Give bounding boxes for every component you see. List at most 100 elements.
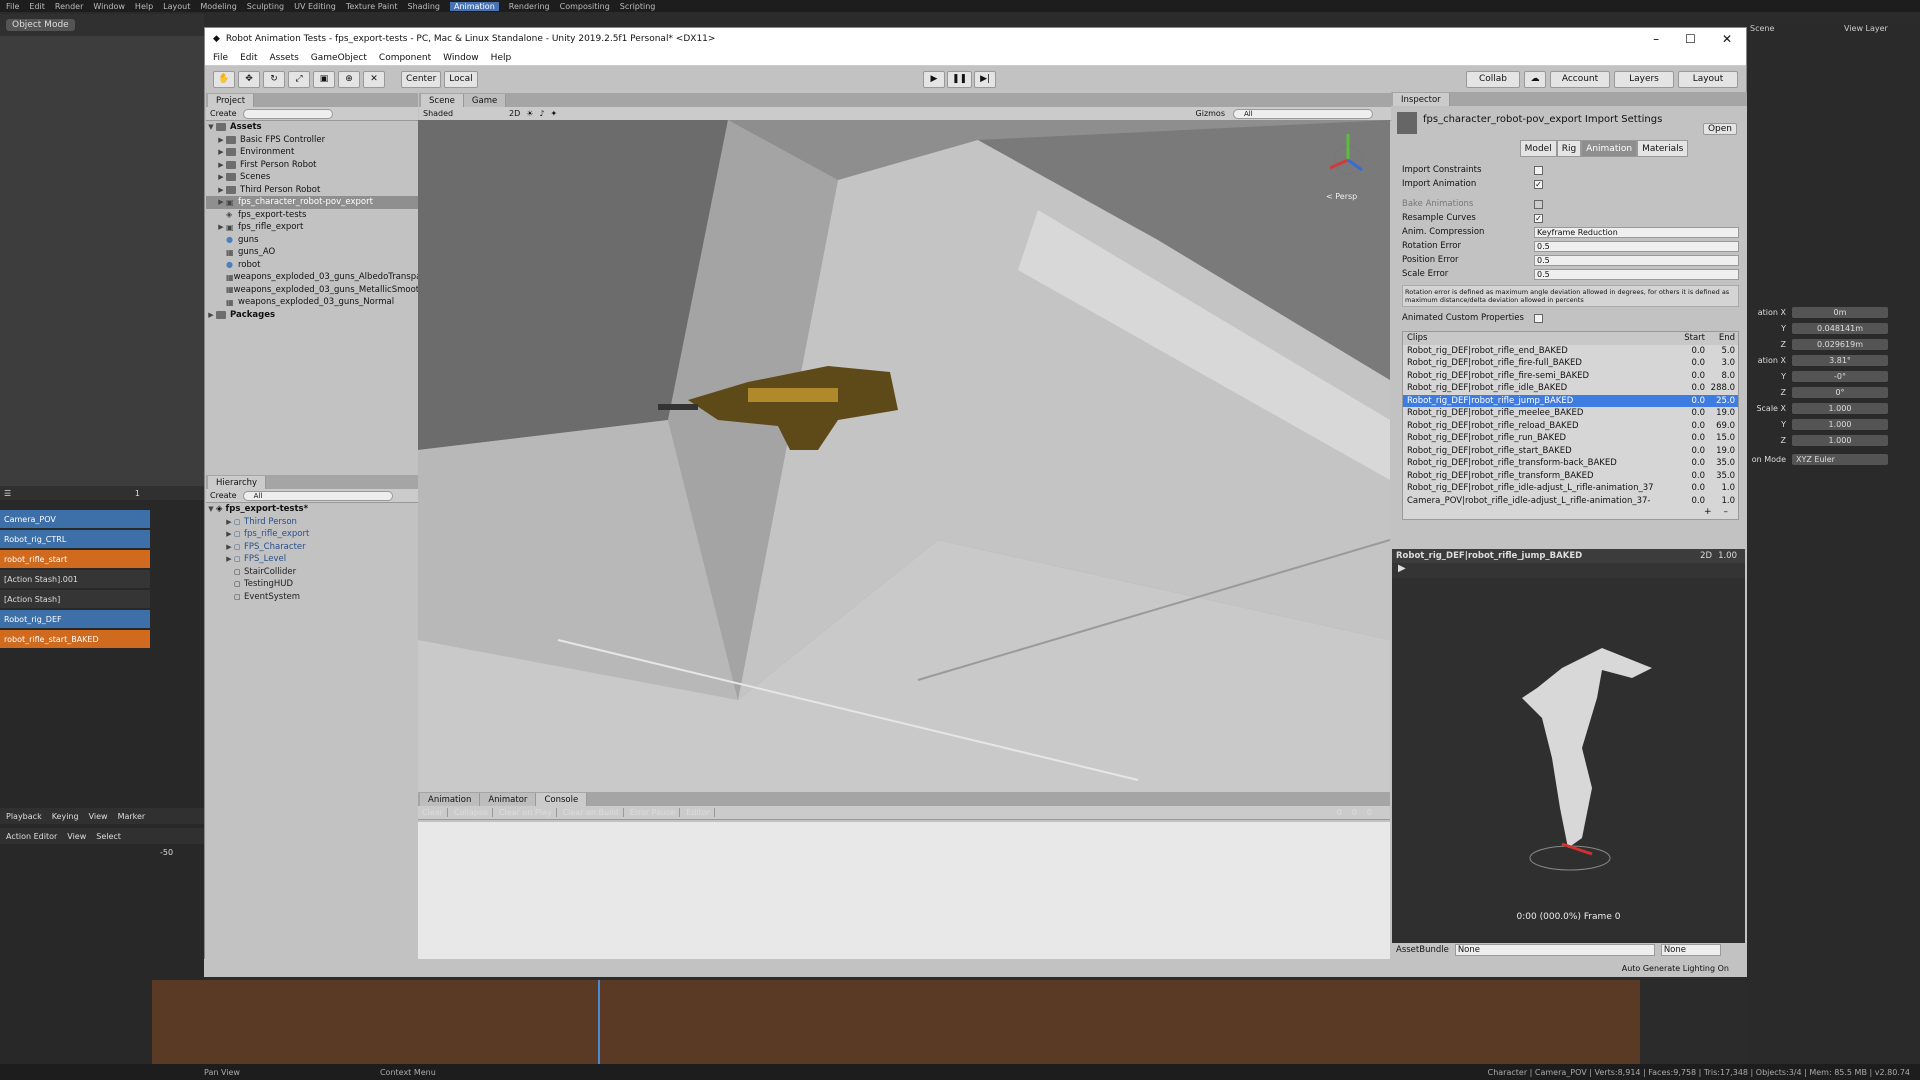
pivot-center-button[interactable]: Center [401,70,442,88]
blender-menu-window[interactable]: Window [93,2,125,11]
preview-speed[interactable]: 1.00 [1718,551,1737,561]
blender-viewport[interactable] [0,36,204,486]
tab-rig[interactable]: Rig [1556,140,1582,157]
tab-hierarchy[interactable]: Hierarchy [208,476,267,489]
blender-menu-layout[interactable]: Layout [163,2,190,11]
console-editor-button[interactable]: Editor [686,808,715,817]
prop-value[interactable]: 1.000 [1792,418,1888,430]
menu-assets[interactable]: Assets [270,53,299,63]
tab-animator[interactable]: Animator [480,793,537,806]
clip-row[interactable]: Robot_rig_DEF|robot_rifle_start_BAKED 0.0… [1403,445,1738,458]
playback-menu-keying[interactable]: Keying [52,812,79,821]
project-search-input[interactable] [242,108,333,119]
console-clear-button[interactable]: Clear [422,808,448,817]
expand-arrow-icon[interactable]: ▶ [216,173,226,181]
cloud-icon[interactable]: ☁ [1524,70,1546,88]
animation-preview[interactable]: 0:00 (000.0%) Frame 0 [1392,578,1745,943]
blender-menu-sculpting[interactable]: Sculpting [247,2,284,11]
console-error-pause-button[interactable]: Error Pause [630,808,681,817]
prop-value[interactable]: 0.048141m [1792,322,1888,334]
project-item[interactable]: ▦weapons_exploded_03_guns_AlbedoTranspar… [206,271,418,284]
project-item[interactable]: ▶ Environment [206,146,418,159]
hierarchy-item[interactable]: ▢ StairCollider [206,566,418,579]
tab-console[interactable]: Console [536,793,588,806]
tab-animation[interactable]: Animation [1581,140,1638,157]
blender-menu-shading[interactable]: Shading [407,2,440,11]
pivot-local-button[interactable]: Local [444,70,478,88]
tab-game[interactable]: Game [463,94,507,107]
import-animation-checkbox[interactable]: ✓ [1534,179,1543,189]
rotation-error-input[interactable]: 0.5 [1534,240,1739,252]
prop-value[interactable]: 1.000 [1792,434,1888,446]
rotation-mode-select[interactable]: XYZ Euler [1792,453,1888,465]
hierarchy-item[interactable]: ▶ ▢ FPS_Character [206,541,418,554]
position-error-input[interactable]: 0.5 [1534,254,1739,266]
hierarchy-item[interactable]: ▢ TestingHUD [206,578,418,591]
action-editor-select[interactable]: Action Editor [6,832,57,841]
project-item[interactable]: ◈ fps_export-tests [206,209,418,222]
project-item[interactable]: ▶ First Person Robot [206,159,418,172]
hierarchy-item[interactable]: ▶ ▢ fps_rifle_export [206,528,418,541]
clip-row[interactable]: Robot_rig_DEF|robot_rifle_fire-semi_BAKE… [1403,370,1738,383]
expand-arrow-icon[interactable]: ▶ [224,555,234,563]
menu-file[interactable]: File [213,53,228,63]
clip-row[interactable]: Robot_rig_DEF|robot_rifle_transform-back… [1403,457,1738,470]
blender-menu-scripting[interactable]: Scripting [620,2,656,11]
transform-tool-icon[interactable]: ⊕ [338,70,360,88]
blender-menu-file[interactable]: File [6,2,19,11]
expand-arrow-icon[interactable]: ▶ [216,161,226,169]
expand-arrow-icon[interactable]: ▶ [224,518,234,526]
toggle-2d-button[interactable]: 2D [509,109,520,118]
assets-root[interactable]: ▼ Assets [206,121,418,134]
console-clear-on-play-button[interactable]: Clear on Play [499,808,557,817]
tab-model[interactable]: Model [1519,140,1557,157]
scene-search-input[interactable]: All [1233,108,1373,119]
expand-arrow-icon[interactable]: ▶ [224,543,234,551]
expand-arrow-icon[interactable]: ▶ [216,223,226,231]
blender-menu-edit[interactable]: Edit [29,2,45,11]
project-item[interactable]: ▦ weapons_exploded_03_guns_Normal [206,296,418,309]
console-log-area[interactable] [418,822,1390,976]
maximize-button[interactable]: ☐ [1685,32,1696,46]
nla-track[interactable]: robot_rifle_start [0,550,150,568]
remove-clip-button[interactable]: – [1724,507,1729,519]
nla-track[interactable]: Robot_rig_CTRL [0,530,150,548]
lighting-toggle-icon[interactable]: ☀ [526,109,533,118]
layout-button[interactable]: Layout [1678,70,1738,88]
menu-component[interactable]: Component [379,53,431,63]
collab-button[interactable]: Collab [1466,70,1520,88]
expand-arrow-icon[interactable]: ▶ [216,148,226,156]
resample-curves-checkbox[interactable]: ✓ [1534,213,1543,223]
project-item[interactable]: ▶ Basic FPS Controller [206,134,418,147]
rect-tool-icon[interactable]: ▣ [313,70,335,88]
tab-project[interactable]: Project [208,94,255,107]
account-button[interactable]: Account [1550,70,1610,88]
hierarchy-scene-root[interactable]: ▼ ◈ fps_export-tests* [206,503,418,516]
nla-track[interactable]: [Action Stash] [0,590,150,608]
nla-menu-icon[interactable]: ☰ [4,489,11,498]
prop-value[interactable]: 1.000 [1792,402,1888,414]
clip-row[interactable]: Robot_rig_DEF|robot_rifle_reload_BAKED 0.… [1403,420,1738,433]
project-create-button[interactable]: Create [210,109,237,118]
play-button[interactable]: ▶ [923,70,945,88]
playback-menu-marker[interactable]: Marker [118,812,146,821]
clip-row[interactable]: Robot_rig_DEF|robot_rifle_jump_BAKED 0.0 2… [1403,394,1738,407]
blender-menu-render[interactable]: Render [55,2,83,11]
anim-compression-select[interactable]: Keyframe Reduction [1534,226,1739,238]
layers-button[interactable]: Layers [1614,70,1674,88]
open-button[interactable]: Open [1702,123,1737,135]
nla-track[interactable]: robot_rifle_start_BAKED [0,630,150,648]
assetbundle-select[interactable]: None [1454,944,1655,956]
clip-row[interactable]: Robot_rig_DEF|robot_rifle_end_BAKED 0.0 5.… [1403,345,1738,358]
prop-value[interactable]: 0° [1792,386,1888,398]
blender-mode-select[interactable]: Object Mode [6,19,75,31]
clip-row[interactable]: Camera_POV|robot_rifle_idle-adjust_L_rif… [1403,495,1738,508]
menu-window[interactable]: Window [443,53,479,63]
playhead[interactable] [598,980,600,1064]
blender-menu-modeling[interactable]: Modeling [200,2,236,11]
project-item[interactable]: ● guns [206,234,418,247]
hierarchy-item[interactable]: ▶ ▢ FPS_Level [206,553,418,566]
project-item[interactable]: ▶ Third Person Robot [206,184,418,197]
blender-menu-texture-paint[interactable]: Texture Paint [346,2,398,11]
project-item[interactable]: ▶ Scenes [206,171,418,184]
